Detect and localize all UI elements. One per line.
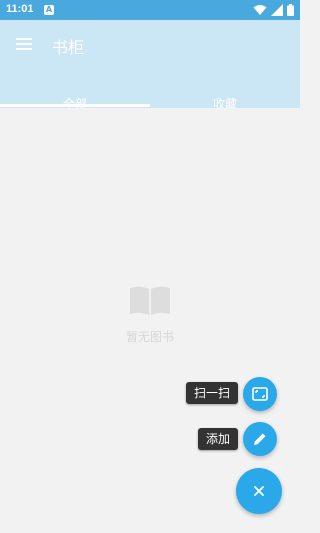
menu-icon[interactable] [12, 32, 36, 56]
status-bar: 11:01 A [0, 0, 300, 20]
app-bar: 书柜 全部 收藏 [0, 20, 300, 111]
status-time: 11:01 [6, 3, 34, 15]
pencil-icon [254, 433, 266, 445]
add-label[interactable]: 添加 [198, 428, 239, 450]
page-title: 书柜 [52, 38, 85, 57]
scan-button[interactable] [243, 377, 277, 411]
notification-app-icon: A [44, 5, 54, 15]
wifi-icon [253, 5, 267, 15]
empty-message: 暂无图书 [125, 330, 174, 344]
close-icon [254, 486, 264, 496]
scan-label[interactable]: 扫一扫 [186, 382, 239, 404]
book-icon [128, 284, 172, 318]
add-button[interactable] [243, 422, 277, 456]
battery-icon [287, 4, 294, 16]
tab-indicator [0, 104, 150, 107]
empty-state: 暂无图书 [0, 284, 300, 345]
close-menu-button[interactable] [236, 468, 282, 514]
scan-frame-icon [252, 387, 268, 401]
status-icons [253, 4, 294, 16]
signal-icon [271, 4, 283, 16]
